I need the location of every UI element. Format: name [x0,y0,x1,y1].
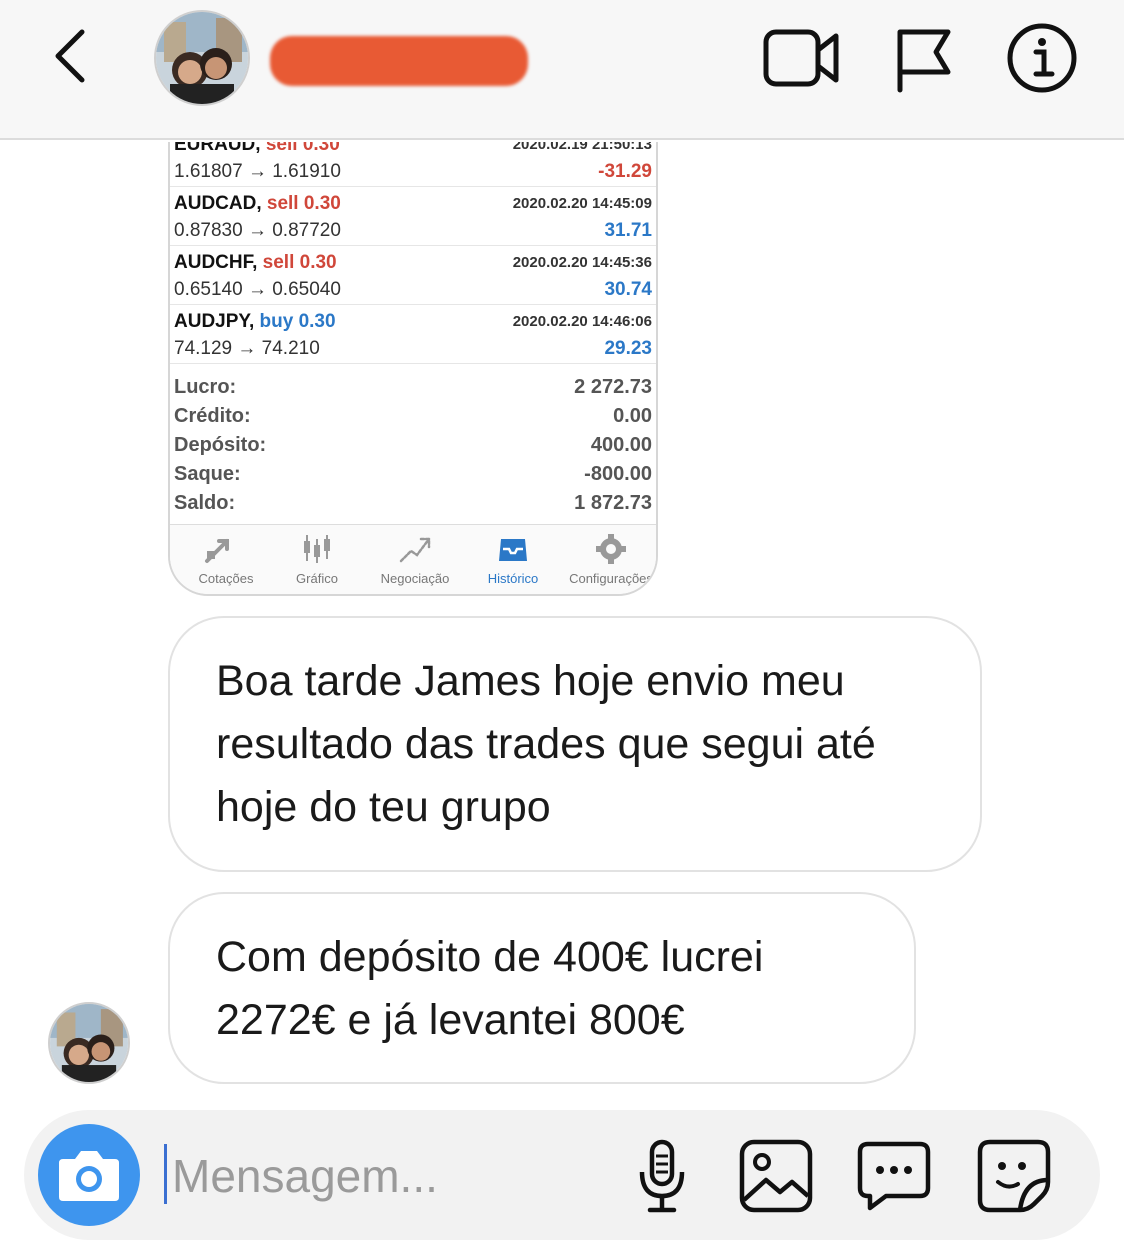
trade-prices: 0.87830 → 0.87720 [174,220,341,241]
trade-row: AUDCAD, sell 0.30 2020.02.20 14:45:09 0.… [170,187,656,246]
trade-date: 2020.02.20 14:46:06 [512,313,652,330]
avatar-photo [156,12,248,104]
tab-chart: Gráfico [268,525,366,594]
trade-profit: 30.74 [604,279,652,300]
chat-options-button[interactable] [856,1138,932,1214]
sender-avatar[interactable] [48,1002,130,1084]
summary-value: 400.00 [590,434,652,456]
trade-profit: 29.23 [604,338,652,359]
gallery-icon [739,1139,813,1213]
trade-symbol: AUDJPY, buy 0.30 [174,311,336,332]
camera-button[interactable] [38,1124,140,1226]
info-button[interactable] [1000,22,1080,94]
tab-quotes: Cotações [170,525,268,594]
summary-label: Crédito: [174,405,251,427]
trade-prices: 0.65140 → 0.65040 [174,279,341,300]
summary-row: Depósito: 400.00 [170,432,656,461]
message-input[interactable] [170,1140,594,1212]
voice-message-button[interactable] [624,1138,700,1214]
shared-screenshot[interactable]: EURAUD, sell 0.30 2020.02.19 21:50:13 1.… [168,142,658,596]
tab-label: Gráfico [296,571,338,586]
trade-direction: buy 0.30 [259,311,336,332]
trade-profit: 31.71 [604,220,652,241]
summary-value: -800.00 [584,463,652,485]
chat-header [0,0,1124,140]
message-bubble[interactable]: Boa tarde James hoje envio meu resultado… [168,616,982,872]
chat-bubble-icon [857,1141,931,1211]
trade-direction: sell 0.30 [266,193,341,214]
video-call-button[interactable] [762,22,842,94]
trade-direction: sell 0.30 [262,252,337,273]
screenshot-tab-bar: Cotações Gráfico Negociação Histórico Co… [170,524,656,594]
trade-symbol: AUDCAD, sell 0.30 [174,193,341,214]
chevron-left-icon [55,29,85,83]
contact-avatar[interactable] [154,10,250,106]
summary-value: 1 872.73 [574,492,652,514]
back-button[interactable] [48,26,98,86]
summary-row: Saque: -800.00 [170,461,656,490]
trade-date: 2020.02.20 14:45:09 [512,195,652,212]
tab-trade: Negociação [366,525,464,594]
summary-value: 2 272.73 [574,376,652,398]
report-button[interactable] [886,22,966,94]
trade-date: 2020.02.19 21:50:13 [512,142,652,153]
message-composer [24,1110,1100,1240]
summary-value: 0.00 [613,405,652,427]
text-caret [164,1144,167,1204]
gallery-button[interactable] [738,1138,814,1214]
candlestick-chart-icon [304,535,330,563]
message-text: Com depósito de 400€ lucrei 2272€ e já l… [216,933,764,1044]
summary-label: Saldo: [174,492,236,514]
message-text: Boa tarde James hoje envio meu resultado… [216,657,876,831]
quotes-arrows-icon [205,539,229,563]
trade-profit: -31.29 [598,161,652,182]
trade-symbol: AUDCHF, sell 0.30 [174,252,337,273]
microphone-icon [639,1139,685,1213]
info-icon [1007,23,1077,93]
trade-symbol: EURAUD, sell 0.30 [174,142,340,156]
summary-row: Lucro: 2 272.73 [170,374,656,403]
camera-icon [59,1151,119,1201]
tab-history: Histórico [464,525,562,594]
summary-row: Saldo: 1 872.73 [170,490,656,519]
settings-gear-icon [596,534,626,564]
trade-prices: 1.61807 → 1.61910 [174,161,341,182]
trade-row: EURAUD, sell 0.30 2020.02.19 21:50:13 1.… [170,142,656,187]
video-camera-icon [763,29,839,87]
trade-prices: 74.129 → 74.210 [174,338,320,359]
summary-label: Lucro: [174,376,237,398]
trade-row: AUDCHF, sell 0.30 2020.02.20 14:45:36 0.… [170,246,656,305]
tab-label: Negociação [380,571,450,586]
sticker-button[interactable] [976,1138,1052,1214]
tab-label: Cotações [198,571,254,586]
flag-icon [897,29,951,93]
tab-label: Configurações [569,571,653,586]
message-bubble[interactable]: Com depósito de 400€ lucrei 2272€ e já l… [168,892,916,1084]
tab-label: Histórico [487,571,539,586]
tab-settings: Configurações [562,525,656,594]
trade-trend-icon [399,537,431,563]
summary-label: Saque: [174,463,241,485]
redacted-username [270,36,528,86]
summary-label: Depósito: [174,434,267,456]
trade-row: AUDJPY, buy 0.30 2020.02.20 14:46:06 74.… [170,305,656,364]
sticker-icon [977,1139,1051,1213]
trade-direction: sell 0.30 [265,142,340,155]
summary-row: Crédito: 0.00 [170,403,656,432]
trade-date: 2020.02.20 14:45:36 [512,254,652,271]
avatar-photo [50,1004,128,1082]
history-inbox-icon [499,539,527,561]
